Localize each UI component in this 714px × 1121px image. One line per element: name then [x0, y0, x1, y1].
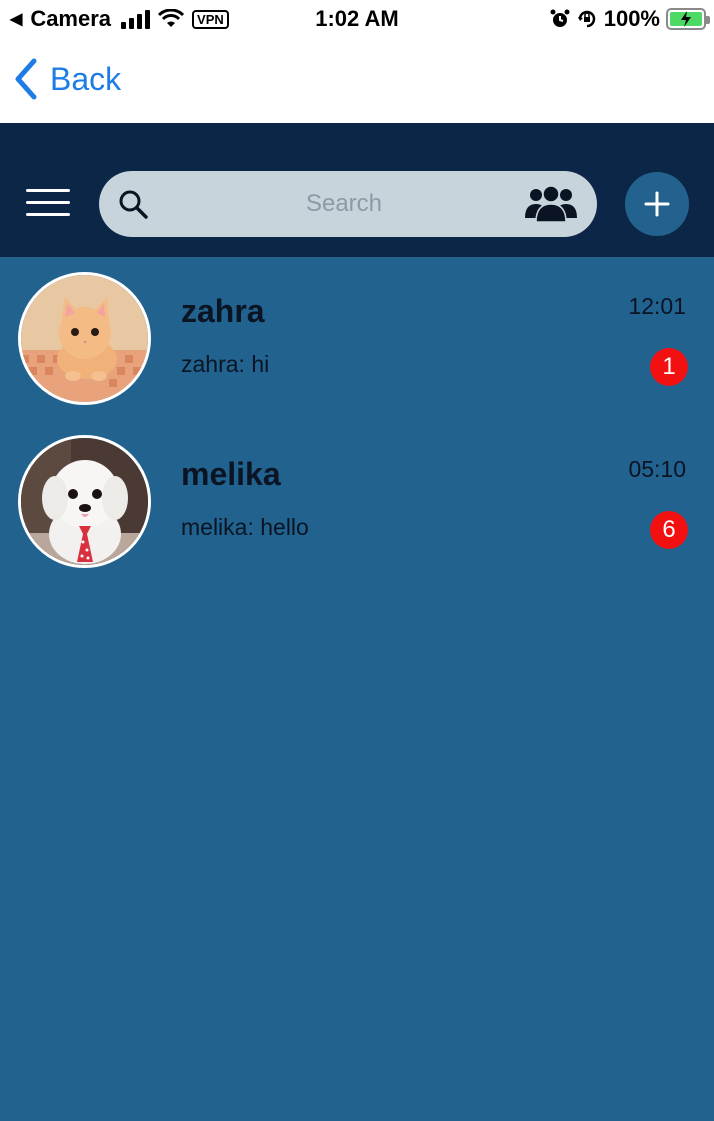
status-right: 100%: [550, 6, 710, 32]
new-chat-button[interactable]: [625, 172, 689, 236]
kitten-avatar-image: [21, 275, 148, 402]
chat-last-message: zahra: hi: [181, 351, 270, 377]
chat-timestamp: 05:10: [628, 456, 686, 482]
status-bar: ◀ Camera VPN 1:02 AM 100%: [0, 0, 714, 40]
chat-name: melika: [181, 456, 281, 492]
back-label: Back: [50, 60, 122, 97]
search-icon: [119, 190, 148, 219]
avatar: [18, 272, 151, 405]
puppy-avatar-image: [21, 438, 148, 565]
chat-item[interactable]: melika melika: hello 05:10 6: [0, 420, 714, 583]
unread-badge: 1: [650, 348, 688, 386]
chevron-left-icon: [15, 58, 37, 100]
battery-icon: [666, 8, 710, 30]
back-button[interactable]: Back: [14, 58, 121, 100]
chat-header: [0, 123, 714, 257]
orientation-lock-icon: [577, 10, 595, 28]
alarm-icon: [550, 9, 570, 27]
chat-list: zahra zahra: hi 12:01 1 melika melika: h…: [0, 257, 714, 583]
avatar: [18, 435, 151, 568]
plus-icon: [644, 191, 670, 217]
navigation-bar: Back: [0, 40, 714, 123]
search-input[interactable]: [159, 183, 529, 225]
chat-name: zahra: [181, 293, 265, 329]
battery-percent: 100%: [603, 6, 660, 31]
chat-item[interactable]: zahra zahra: hi 12:01 1: [0, 257, 714, 420]
unread-badge: 6: [650, 511, 688, 549]
search-bar[interactable]: [99, 171, 597, 237]
group-users-icon[interactable]: [525, 186, 577, 222]
hamburger-menu-icon: [26, 189, 70, 192]
chat-last-message: melika: hello: [181, 514, 309, 540]
menu-button[interactable]: [26, 189, 70, 217]
chat-timestamp: 12:01: [628, 293, 686, 319]
